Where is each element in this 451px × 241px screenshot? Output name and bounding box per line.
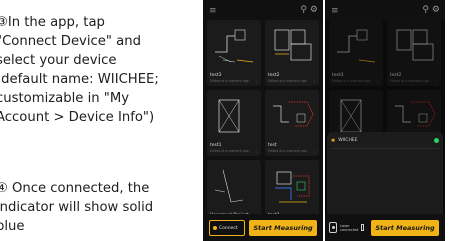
device-name: WIICHEE [338, 138, 358, 143]
project-name: test3 [210, 73, 222, 78]
laser-device-icon [329, 222, 337, 233]
bottom-action-bar: Laser connected Start Measuring [325, 214, 445, 241]
project-meta: Edited at a moment ago [268, 79, 307, 83]
project-name: test1 [210, 143, 222, 148]
instruction-step-3: ③In the app, tap "Connect Device" and se… [0, 15, 159, 125]
connect-label: Connect [219, 225, 238, 231]
project-meta: Edited at a moment ago [210, 79, 249, 83]
settings-icon[interactable]: ⚙ [310, 5, 318, 15]
project-meta: Edited at a moment ago [210, 149, 249, 153]
bluetooth-icon: ✱ [331, 137, 336, 144]
connected-check-icon [434, 138, 439, 143]
project-card[interactable]: test1 Edited at a moment ago ⋮ [207, 90, 261, 156]
floor-plan-thumbnail [273, 101, 314, 127]
more-icon[interactable]: ⋮ [254, 78, 258, 83]
more-icon[interactable]: ⋮ [312, 78, 316, 83]
search-icon[interactable]: ⚲ [300, 5, 307, 15]
device-list-item[interactable]: ✱ WIICHEE [331, 135, 439, 146]
instructions-panel: ③In the app, tap "Connect Device" and se… [0, 0, 190, 241]
search-icon[interactable]: ⚲ [422, 5, 429, 15]
app-header: ≡ ⚲ ⚙ [203, 0, 323, 22]
instruction-step-4: ④ Once connected, the indicator will sho… [0, 181, 154, 234]
status-dot-icon [213, 226, 217, 230]
more-icon[interactable]: ⋮ [312, 148, 316, 153]
device-status-label: Laser connected [340, 223, 359, 232]
project-grid: test3 Edited at a moment ago ⋮ test2 Edi… [207, 20, 319, 226]
app-header: ≡ ⚲ ⚙ [325, 0, 445, 22]
project-name: test [268, 143, 277, 148]
floor-plan-thumbnail [218, 99, 240, 133]
project-card[interactable]: test3 Edited at a moment ago ⋮ [207, 20, 261, 86]
battery-icon [361, 224, 365, 231]
hamburger-icon[interactable]: ≡ [331, 6, 339, 16]
project-meta: Edited at a moment ago [268, 149, 307, 153]
divider [331, 148, 439, 149]
hamburger-icon[interactable]: ≡ [209, 6, 217, 16]
bottom-action-bar: Connect Start Measuring [203, 214, 323, 241]
floor-plan-thumbnail [215, 29, 254, 63]
settings-icon[interactable]: ⚙ [432, 5, 440, 15]
floor-plan-thumbnail [275, 171, 310, 203]
phone-screen-project-list: ≡ ⚲ ⚙ test3 Edited at a moment ago ⋮ tes… [203, 0, 323, 241]
project-card[interactable]: test2 Edited at a moment ago ⋮ [265, 20, 319, 86]
device-status-button[interactable]: Laser connected [329, 219, 369, 236]
floor-plan-thumbnail [274, 29, 312, 61]
connect-device-button[interactable]: Connect [209, 220, 245, 236]
more-icon[interactable]: ⋮ [254, 148, 258, 153]
phone-screen-device-connected: ≡ ⚲ ⚙ test3 Edited at a moment ago ⋮ tes… [325, 0, 445, 241]
floor-plan-thumbnail [214, 169, 244, 203]
project-card[interactable]: test Edited at a moment ago ⋮ [265, 90, 319, 156]
start-measuring-button[interactable]: Start Measuring [249, 220, 317, 236]
project-name: test2 [268, 73, 280, 78]
start-measuring-button[interactable]: Start Measuring [371, 220, 439, 236]
device-list-sheet: ✱ WIICHEE [327, 132, 443, 216]
